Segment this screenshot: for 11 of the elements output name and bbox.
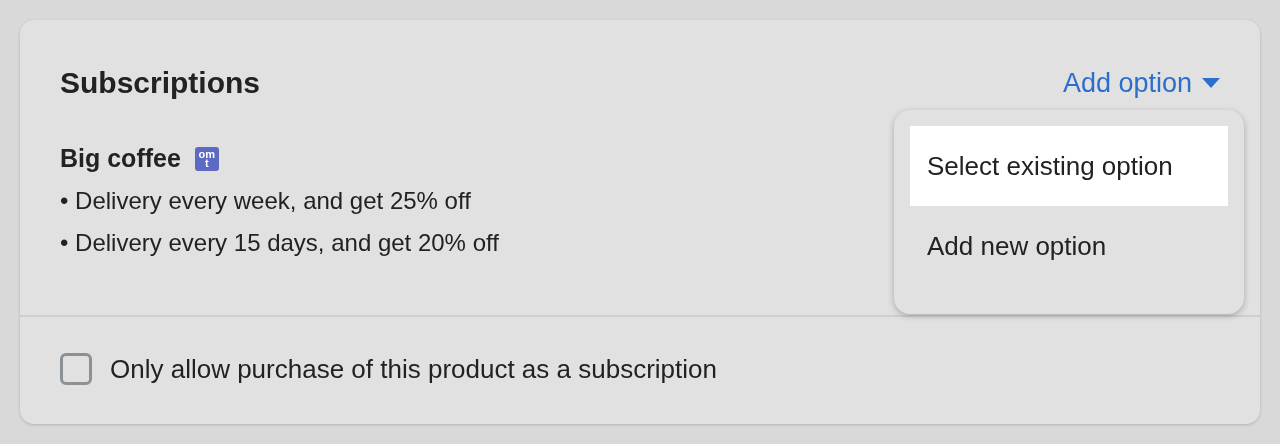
checkbox[interactable] <box>60 353 92 385</box>
plan-name: Big coffee <box>60 144 181 173</box>
checkbox-label: Only allow purchase of this product as a subscription <box>110 353 717 385</box>
card-title: Subscriptions <box>60 66 261 100</box>
menu-item[interactable]: Select existing option <box>910 126 1228 206</box>
app-badge-icon: om t <box>194 146 219 171</box>
menu-item[interactable]: Add new option <box>910 206 1228 286</box>
plan-item: • Delivery every week, and get 25% off <box>60 187 471 215</box>
add-option-button[interactable]: Add option <box>1062 67 1220 99</box>
caret-icon <box>1202 78 1220 88</box>
plan-item: • Delivery every 15 days, and get 20% off <box>60 229 499 257</box>
